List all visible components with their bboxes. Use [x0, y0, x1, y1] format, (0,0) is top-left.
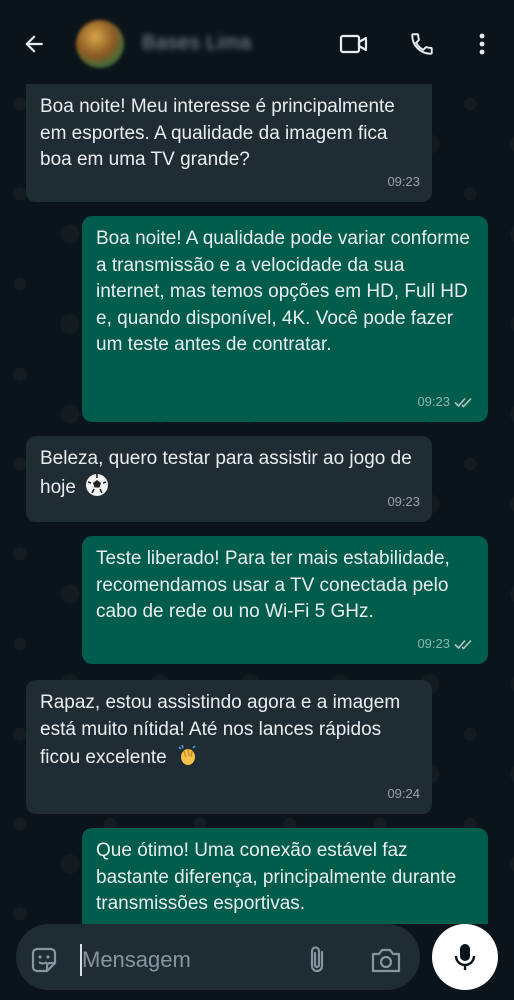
- message-time: 09:23: [387, 173, 420, 189]
- phone-icon[interactable]: [402, 24, 442, 64]
- message-text: Que ótimo! Uma conexão estável faz basta…: [96, 840, 457, 914]
- message-time: 09:24: [387, 785, 420, 801]
- contact-name[interactable]: Bases Lima: [142, 32, 252, 55]
- camera-icon[interactable]: [368, 944, 404, 976]
- chat-header: Bases Lima: [0, 0, 514, 84]
- message-time: 09:23: [417, 389, 476, 416]
- mic-button[interactable]: [432, 924, 498, 990]
- mic-icon: [454, 944, 476, 970]
- incoming-message[interactable]: Boa noite! Meu interesse é principalment…: [26, 84, 432, 202]
- sticker-emoji-icon[interactable]: [28, 944, 60, 976]
- message-text: Boa noite! Meu interesse é principalment…: [40, 96, 395, 170]
- avatar[interactable]: [76, 20, 124, 68]
- clapping-hands-icon: [178, 744, 196, 765]
- more-vert-icon[interactable]: [462, 24, 502, 64]
- outgoing-message[interactable]: Teste liberado! Para ter mais estabilida…: [82, 536, 488, 664]
- message-text: Rapaz, estou assistindo agora e a imagem…: [40, 692, 401, 768]
- arrow-back-icon[interactable]: [14, 24, 54, 64]
- outgoing-message[interactable]: Que ótimo! Uma conexão estável faz basta…: [82, 828, 488, 924]
- message-time: 09:23: [417, 631, 476, 658]
- message-input[interactable]: [82, 942, 292, 978]
- incoming-message[interactable]: Beleza, quero testar para assistir ao jo…: [26, 436, 432, 522]
- message-time: 09:23: [387, 493, 420, 509]
- composer-bar: [0, 924, 514, 1000]
- attach-icon[interactable]: [302, 944, 332, 976]
- soccer-ball-icon: [86, 473, 109, 496]
- message-text: Boa noite! A qualidade pode variar confo…: [96, 228, 470, 355]
- double-check-icon: [454, 639, 472, 650]
- videocam-icon[interactable]: [334, 24, 374, 64]
- incoming-message[interactable]: Rapaz, estou assistindo agora e a imagem…: [26, 680, 432, 814]
- double-check-icon: [454, 397, 472, 408]
- message-text: Teste liberado! Para ter mais estabilida…: [96, 548, 450, 622]
- message-list[interactable]: Boa noite! Meu interesse é principalment…: [0, 84, 514, 924]
- outgoing-message[interactable]: Boa noite! A qualidade pode variar confo…: [82, 216, 488, 422]
